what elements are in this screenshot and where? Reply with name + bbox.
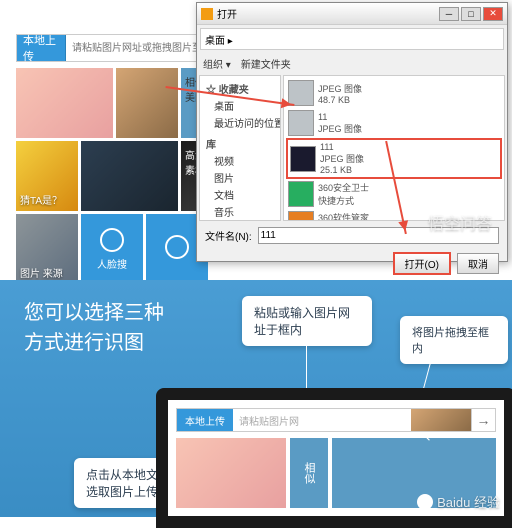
file-row[interactable]: JPEG 图像48.7 KB xyxy=(286,78,502,108)
tile-face[interactable]: 人脸搜 xyxy=(81,214,143,284)
min-button[interactable]: ─ xyxy=(439,7,459,21)
tile-girl[interactable] xyxy=(16,68,113,138)
dialog-toolbar: 组织 ▾ 新建文件夹 xyxy=(197,53,507,73)
new-folder-button[interactable]: 新建文件夹 xyxy=(241,56,291,71)
top-section: 本地上传 相似 美图 猜TA是？ 高清 素材 图片 来源 人脸搜 打开 ─ □ xyxy=(0,0,512,275)
max-button[interactable]: □ xyxy=(461,7,481,21)
watermark-wukong: 悟空问答 xyxy=(428,210,492,234)
bottom-section: 您可以选择三种方式进行识图 粘贴或输入图片网址于框内 将图片拖拽至框内 点击从本… xyxy=(0,280,512,517)
image-tiles: 相似 美图 猜TA是？ 高清 素材 图片 来源 人脸搜 xyxy=(16,68,211,287)
sb-docs[interactable]: 文档 xyxy=(204,186,276,203)
organize-menu[interactable]: 组织 ▾ xyxy=(203,56,231,71)
upload-button[interactable]: 本地上传 xyxy=(17,35,66,61)
paw-icon xyxy=(417,494,433,510)
dialog-title: 打开 xyxy=(217,6,237,21)
close-button[interactable]: ✕ xyxy=(483,7,503,21)
screen-input[interactable]: 请粘贴图片网 xyxy=(233,409,411,431)
path-bar[interactable]: 桌面 ▸ xyxy=(200,28,504,50)
cancel-button[interactable]: 取消 xyxy=(457,253,499,274)
tile-man[interactable] xyxy=(81,141,178,211)
filename-label: 文件名(N): xyxy=(205,228,252,243)
cursor-icon: ↖ xyxy=(420,428,432,445)
callout-drag: 将图片拖拽至框内 xyxy=(400,316,508,364)
tile-dog[interactable]: 猜TA是？ xyxy=(16,141,78,211)
open-button[interactable]: 打开(O) xyxy=(393,252,451,275)
screen-searchbar: 本地上传 请粘贴图片网 → xyxy=(176,408,496,432)
screen-tile[interactable]: 相似 xyxy=(290,438,328,508)
sb-recent[interactable]: 最近访问的位置 xyxy=(204,114,276,131)
screen-tile[interactable] xyxy=(176,438,286,508)
search-input[interactable] xyxy=(66,35,210,61)
screen-upload-btn[interactable]: 本地上传 xyxy=(177,409,233,431)
sb-lib[interactable]: 库 xyxy=(204,135,276,152)
dialog-titlebar: 打开 ─ □ ✕ xyxy=(197,3,507,25)
file-list: JPEG 图像48.7 KB 11JPEG 图像 111JPEG 图像25.1 … xyxy=(283,75,505,221)
tile-old[interactable]: 图片 来源 xyxy=(16,214,78,284)
callout-paste: 粘贴或输入图片网址于框内 xyxy=(242,296,372,346)
watermark-baidu: Baidu 经验 xyxy=(417,492,500,511)
sb-music[interactable]: 音乐 xyxy=(204,203,276,220)
arrow-icon[interactable]: → xyxy=(471,409,495,431)
sb-pictures[interactable]: 图片 xyxy=(204,169,276,186)
sb-video[interactable]: 视频 xyxy=(204,152,276,169)
folder-icon xyxy=(201,8,213,20)
search-bar: 本地上传 xyxy=(16,34,211,62)
tile-girl2[interactable] xyxy=(116,68,178,138)
file-row[interactable]: 11JPEG 图像 xyxy=(286,108,502,138)
